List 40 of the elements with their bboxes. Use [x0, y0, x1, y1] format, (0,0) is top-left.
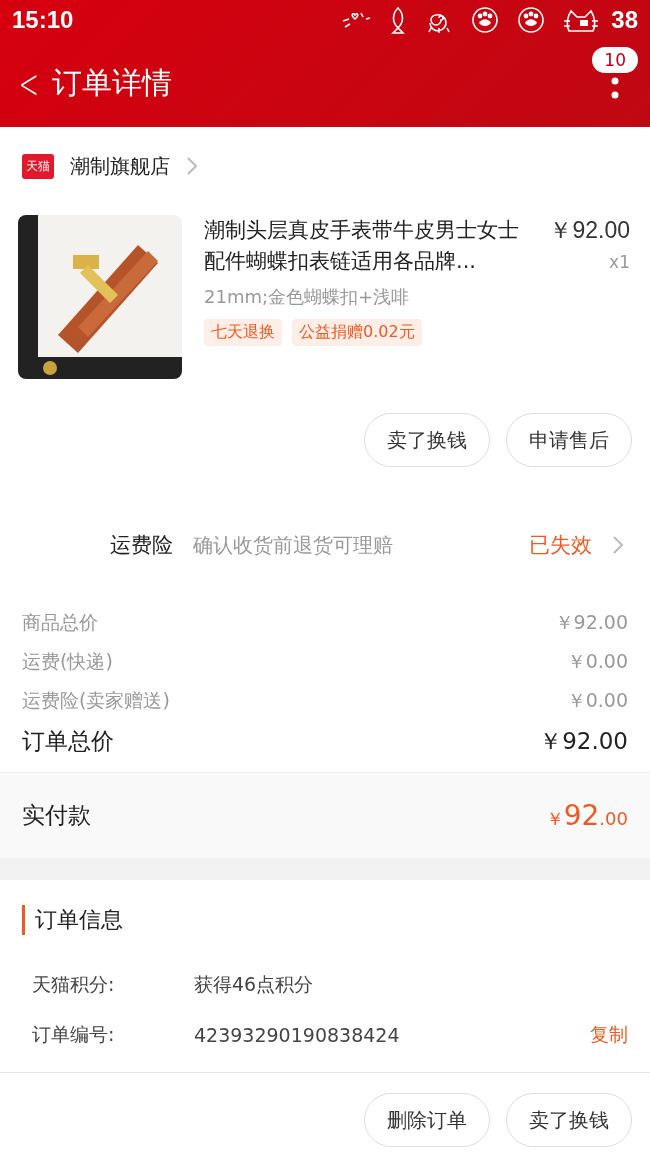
- service-tag: 公益捐赠0.02元: [292, 319, 422, 346]
- cat-icon: [563, 7, 600, 33]
- action-button[interactable]: 申请售后: [506, 413, 632, 467]
- paid-amount: ￥92.00: [545, 799, 628, 832]
- action-button[interactable]: 删除订单: [364, 1093, 490, 1147]
- battery-level: 38: [611, 6, 638, 34]
- price-label: 商品总价: [22, 609, 98, 635]
- service-tag: 七天退换: [204, 319, 282, 346]
- price-value: ￥0.00: [566, 648, 628, 674]
- section-title: 订单信息: [22, 905, 123, 935]
- product-sku: 21mm;金色蝴蝶扣+浅啡: [204, 285, 411, 309]
- chevron-icon: [186, 156, 198, 176]
- price-label: 运费(快递): [22, 648, 113, 674]
- fish-icon: [389, 6, 408, 34]
- info-value: 获得46点积分: [194, 972, 314, 997]
- chevron-icon: [612, 535, 624, 555]
- message-badge: 10: [592, 46, 638, 73]
- price-value: ￥0.00: [566, 687, 628, 713]
- price-value: ￥92.00: [539, 726, 628, 756]
- product-price: ￥92.00: [549, 216, 630, 245]
- action-button[interactable]: 卖了换钱: [364, 413, 490, 467]
- price-label: 运费险(卖家赠送): [22, 687, 170, 713]
- info-label: 订单编号:: [32, 1022, 116, 1047]
- store-name[interactable]: 潮制旗舰店: [70, 152, 170, 180]
- action-button[interactable]: 卖了换钱: [506, 1093, 632, 1147]
- insurance-description: 确认收货前退货可理赔: [193, 532, 393, 559]
- price-value: ￥92.00: [554, 609, 628, 635]
- paid-label: 实付款: [22, 801, 91, 830]
- paw-icon: [471, 7, 500, 33]
- store-badge: 天猫: [22, 153, 54, 179]
- page-title: 订单详情: [51, 64, 172, 102]
- paw-icon: [517, 7, 546, 33]
- price-label: 订单总价: [22, 726, 114, 756]
- status-time: 15:10: [12, 6, 74, 34]
- product-quantity: x1: [609, 252, 630, 272]
- insurance-label: 运费险: [110, 532, 173, 559]
- product-title[interactable]: 潮制头层真皮手表带牛皮男士女士配件蝴蝶扣表链适用各品牌...: [204, 215, 534, 277]
- info-label: 天猫积分:: [32, 972, 116, 997]
- info-value: 42393290190838424: [194, 1024, 400, 1046]
- back-button[interactable]: <: [18, 60, 39, 107]
